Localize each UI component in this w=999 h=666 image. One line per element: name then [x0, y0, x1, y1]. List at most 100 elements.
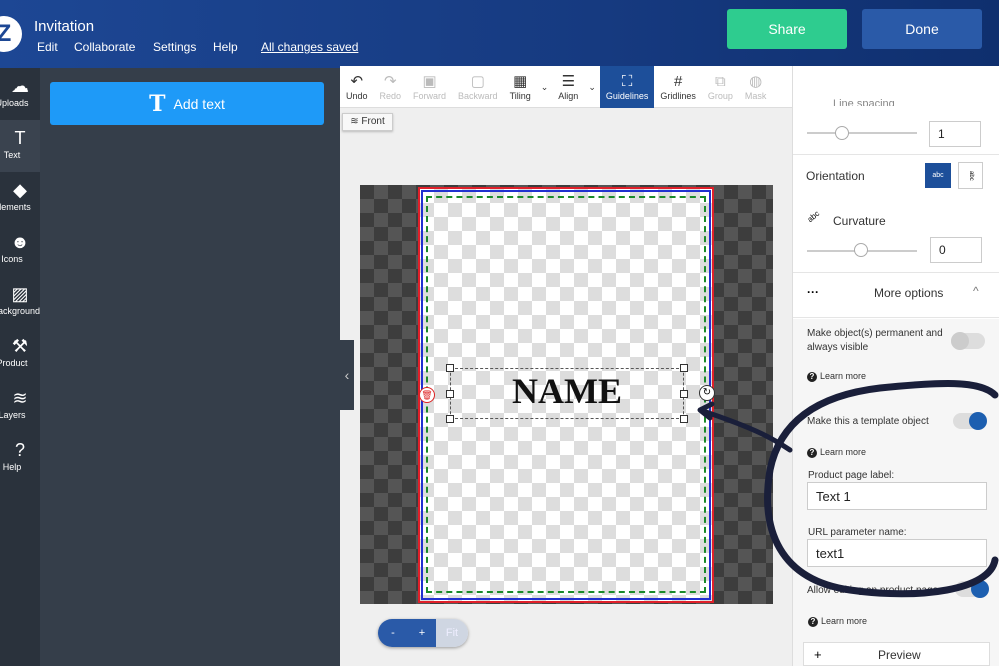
trash-icon[interactable]: 🗑 [419, 387, 435, 403]
toolbar-label: Undo [346, 91, 368, 101]
toolbar-backward-button[interactable]: ▢ Backward [452, 66, 504, 108]
resize-handle[interactable] [446, 390, 454, 398]
rail-label: Help [2, 462, 22, 472]
orientation-vertical-button[interactable]: abc [958, 162, 983, 189]
resize-handle[interactable] [680, 390, 688, 398]
text-panel [40, 68, 340, 666]
zoom-in-button[interactable]: + [408, 619, 436, 647]
chevron-down-icon[interactable]: ⌄ [584, 66, 600, 108]
rail-label: Icons [1, 254, 23, 264]
chevron-up-icon: ^ [973, 284, 979, 298]
more-options-label: More options [874, 286, 944, 300]
menu-help[interactable]: Help [213, 40, 238, 54]
allow-editing-toggle[interactable] [955, 580, 989, 598]
save-status-link[interactable]: All changes saved [261, 40, 358, 54]
done-button[interactable]: Done [862, 9, 982, 49]
toolbar-align-button[interactable]: ☰ Align [552, 66, 584, 108]
rail-item-elements[interactable]: ◆ Elements [0, 172, 40, 224]
more-options-toggle[interactable]: ··· More options ^ [793, 272, 999, 318]
toolbar-label: Tiling [509, 91, 531, 101]
rail-item-help[interactable]: ? Help [0, 432, 40, 484]
toolbar-label: Group [707, 91, 733, 101]
menu-settings[interactable]: Settings [153, 40, 196, 54]
document-title[interactable]: Invitation [34, 18, 94, 35]
toolbar-tiling-button[interactable]: ▦ Tiling [504, 66, 537, 108]
line-spacing-knob[interactable] [835, 126, 849, 140]
rail-label: Text [3, 150, 21, 160]
resize-handle[interactable] [680, 415, 688, 423]
menu-collaborate[interactable]: Collaborate [74, 40, 135, 54]
learn-more-link[interactable]: ? Learn more [808, 616, 867, 627]
uploads-icon: ☁ [11, 76, 29, 96]
mask-icon: ◍ [749, 73, 763, 90]
app-logo[interactable]: Z [0, 16, 22, 52]
toolbar-redo-button[interactable]: ↷ Redo [374, 66, 408, 108]
group-icon: ⧉ [715, 73, 726, 90]
toolbar-group-button[interactable]: ⧉ Group [702, 66, 739, 108]
line-spacing-slider[interactable] [807, 132, 917, 134]
share-button[interactable]: Share [727, 9, 847, 49]
resize-handle[interactable] [446, 415, 454, 423]
url-parameter-label: URL parameter name: [808, 527, 907, 538]
resize-handle[interactable] [680, 364, 688, 372]
rotate-icon[interactable]: ↻ [699, 385, 715, 401]
toolbar-label: Forward [413, 91, 447, 101]
toolbar-undo-button[interactable]: ↶ Undo [340, 66, 374, 108]
text-object-name[interactable]: NAME [450, 370, 684, 412]
toolbar-guidelines-button[interactable]: ⛶ Guidelines [599, 66, 655, 108]
toolbar-label: Guidelines [605, 91, 649, 101]
zoom-fit-button[interactable]: Fit [436, 619, 468, 647]
help-icon: ? [14, 440, 25, 460]
rail-label: Product [0, 358, 28, 368]
line-spacing-input[interactable] [929, 121, 981, 147]
toolbar-label: Gridlines [660, 91, 696, 101]
toolbar-forward-button[interactable]: ▣ Forward [407, 66, 452, 108]
learn-more-link[interactable]: ? Learn more [807, 371, 866, 382]
rail-item-background[interactable]: ▨ Background [0, 276, 40, 328]
add-text-button[interactable]: T Add text [50, 82, 324, 125]
product-page-label-input[interactable] [807, 482, 987, 510]
rail-label: Layers [0, 410, 26, 420]
redo-icon: ↷ [383, 73, 397, 90]
rail-item-layers[interactable]: ≋ Layers [0, 380, 40, 432]
more-icon: ··· [807, 285, 819, 299]
rail-item-uploads[interactable]: ☁ Uploads [0, 68, 40, 120]
side-label: Front [361, 116, 385, 127]
text-icon: T [149, 90, 166, 117]
product-page-label: Product page label: [808, 470, 895, 481]
toolbar-label: Redo [379, 91, 402, 101]
gridlines-icon: # [673, 73, 683, 90]
orientation-horizontal-button[interactable]: abc [925, 163, 951, 188]
template-toggle[interactable] [953, 412, 987, 430]
menu-edit[interactable]: Edit [37, 40, 58, 54]
curvature-input[interactable] [930, 237, 982, 263]
collapse-panel-button[interactable]: ‹ [340, 340, 354, 410]
learn-more-link[interactable]: ? Learn more [807, 447, 866, 458]
curvature-knob[interactable] [854, 243, 868, 257]
rail-item-product[interactable]: ⚒ Product [0, 328, 40, 380]
permanent-toggle[interactable] [951, 332, 985, 350]
add-text-label: Add text [173, 95, 225, 112]
preview-label: Preview [878, 648, 921, 662]
allow-editing-label: Allow editing on product page [807, 585, 939, 596]
zoom-controls: - + Fit [378, 619, 468, 647]
tiling-icon: ▦ [513, 73, 528, 90]
zoom-out-button[interactable]: - [378, 619, 408, 647]
backward-icon: ▢ [470, 73, 485, 90]
rail-label: Background [0, 306, 40, 316]
url-parameter-input[interactable] [807, 539, 987, 567]
side-front-button[interactable]: ≋ Front [342, 113, 393, 131]
rail-item-text[interactable]: T Text [0, 120, 40, 172]
toolbar-mask-button[interactable]: ◍ Mask [739, 66, 773, 108]
toolbar-gridlines-button[interactable]: # Gridlines [654, 66, 702, 108]
rail-item-icons[interactable]: ☻ Icons [0, 224, 40, 276]
template-label: Make this a template object [807, 416, 929, 427]
undo-icon: ↶ [350, 73, 364, 90]
icons-icon: ☻ [10, 232, 30, 252]
preview-toggle[interactable]: + Preview [803, 642, 990, 666]
chevron-down-icon[interactable]: ⌄ [537, 66, 553, 108]
resize-handle[interactable] [446, 364, 454, 372]
rail-label: Uploads [0, 98, 29, 108]
layers-icon: ≋ [350, 116, 362, 127]
more-options-section: Make object(s) permanent and always visi… [793, 319, 999, 666]
